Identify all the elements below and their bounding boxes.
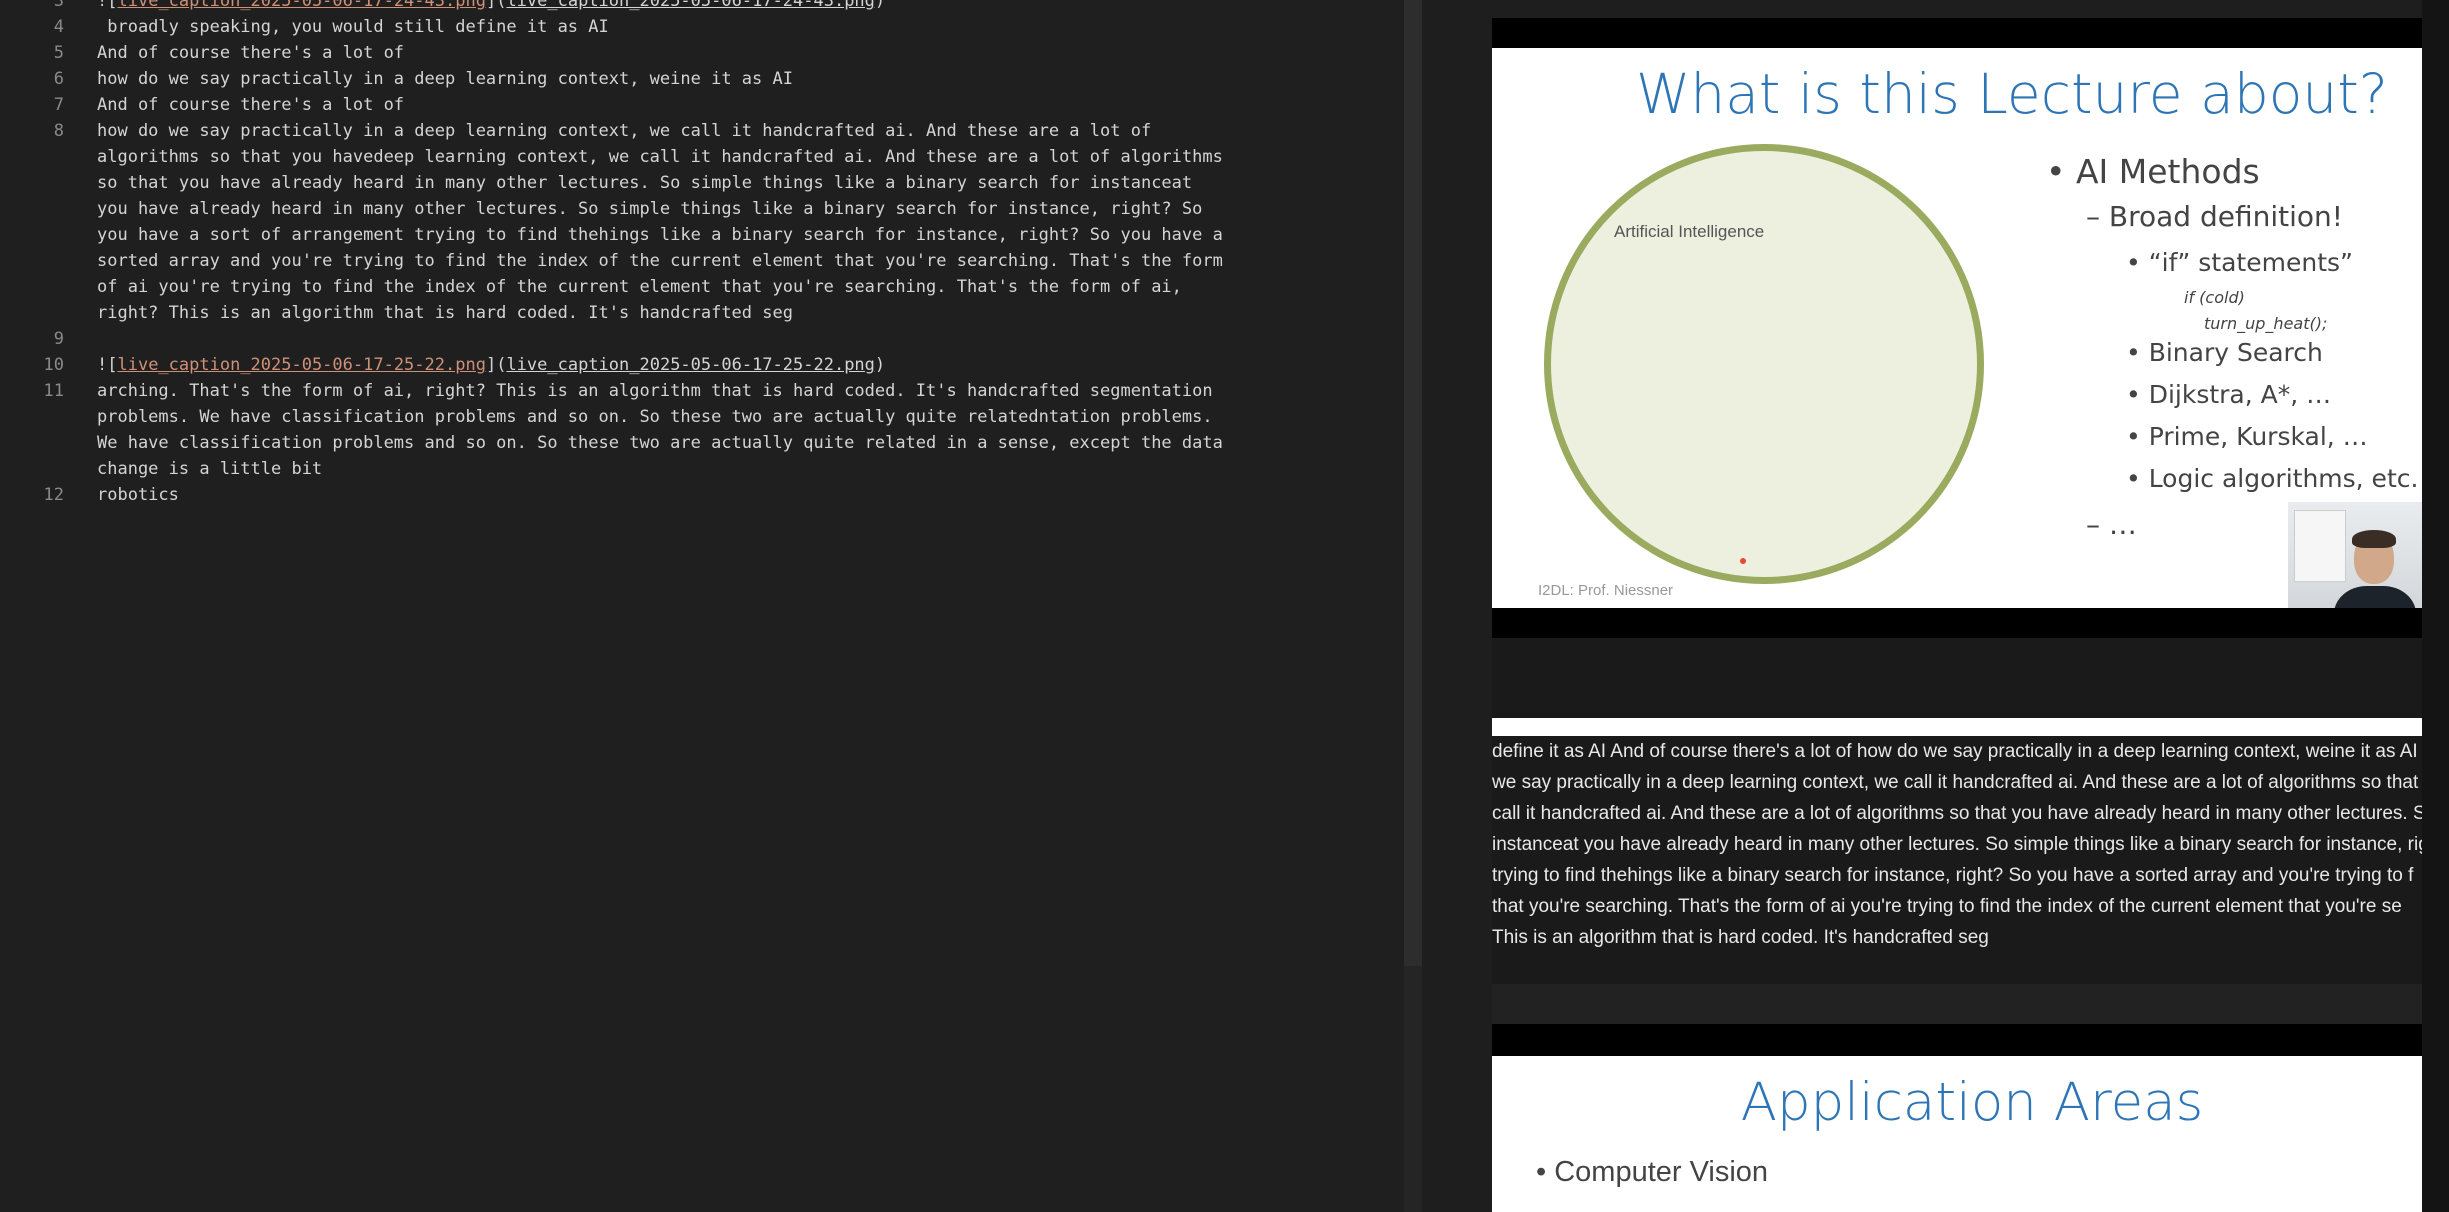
line-number: 11 [43,381,64,401]
markdown-punctuation: ) [874,355,886,375]
line-number: 6 [53,69,64,89]
slide-bullet-item: • “if” statements” [2126,248,2353,277]
slide-title: What is this Lecture about? [1635,62,2389,126]
line-number: 3 [53,0,64,11]
line-text: how do we say practically in a deep lear… [97,69,793,89]
slide-bullet-item: • Binary Search [2126,338,2323,367]
image-link-url[interactable]: live_caption_2025-05-06-17-25-22.png [506,355,874,375]
laser-pointer-dot [1740,558,1746,564]
line-number: 9 [53,329,64,349]
line-text: robotics [97,485,179,505]
slide-bullet-item: • AI Methods [2046,152,2260,191]
line-number: 8 [53,121,64,141]
slide-bullet-item: – Broad definition! [2086,200,2343,233]
line-text: so that you have already heard in many o… [97,173,1193,193]
markdown-punctuation: ]( [485,355,507,375]
image-preview-pane[interactable]: What is this Lecture about? Artificial I… [1422,0,2449,1212]
line-number: 4 [53,17,64,37]
slide-footer: I2DL: Prof. Niessner [1538,582,1674,599]
caption-line: we say practically in a deep learning co… [1492,772,2419,793]
markdown-punctuation: ) [874,0,886,11]
line-text: you have already heard in many other lec… [97,199,1203,219]
markdown-punctuation: ![ [97,0,118,11]
video-letterbox-top-2 [1492,1024,2422,1056]
caption-divider [1492,984,2422,1024]
line-text: ![live_caption_2025-05-06-17-25-22.png](… [97,352,885,378]
line-text: And of course there's a lot of [97,43,405,63]
image-link-url[interactable]: live_caption_2025-05-06-17-24-43.png [506,0,874,11]
line-text: algorithms so that you havedeep learning… [97,147,1223,167]
editor-scrollbar[interactable] [1404,0,1422,966]
slide-bullet: • Computer Vision [1536,1156,1769,1188]
line-number: 10 [43,355,64,375]
video-letterbox-top [1492,18,2422,48]
line-number: 5 [53,43,64,63]
caption-line: trying to find thehings like a binary se… [1492,865,2414,886]
line-text: sorted array and you're trying to find t… [97,251,1223,271]
slide-title: Application Areas [1740,1072,2204,1133]
caption-line: call it handcrafted ai. And these are a … [1492,803,2422,824]
caption-line: that you're searching. That's the form o… [1492,896,2402,917]
slide-bullet-item: if (cold) [2184,288,2245,307]
lecture-slide-2: Application Areas • Computer Vision [1492,1056,2422,1212]
markdown-editor[interactable]: 3 ![live_caption_2025-05-06-17-24-43.png]… [0,0,1404,1212]
caption-line: instanceat you have already heard in man… [1492,834,2422,855]
line-text: We have classification problems and so o… [97,433,1223,453]
caption-line: This is an algorithm that is hard coded.… [1492,927,1989,948]
line-text: you have a sort of arrangement trying to… [97,225,1223,245]
live-caption-box: define it as AI And of course there's a … [1492,736,2422,984]
presenter-hair [2352,530,2396,548]
line-text: And of course there's a lot of [97,95,405,115]
caption-line: define it as AI And of course there's a … [1492,741,2418,762]
markdown-punctuation: ]( [485,0,507,11]
line-text: ![live_caption_2025-05-06-17-24-43.png](… [97,0,885,14]
line-number: 12 [43,485,64,505]
line-text: broadly speaking, you would still define… [97,17,609,37]
editor-scrollbar-track [1404,966,1422,1212]
caption-top-band [1492,718,2422,736]
circle-label: Artificial Intelligence [1614,222,1765,241]
slide-bullet-item: • Prime, Kurskal, … [2126,422,2368,451]
whiteboard [2294,510,2346,582]
video-gap [1492,638,2422,718]
line-text: of ai you're trying to find the index of… [97,277,1182,297]
viewer-edge [2422,0,2449,1212]
slide-bullet-item: turn_up_heat(); [2204,314,2328,333]
slide-bullet-item: • Logic algorithms, etc. [2126,464,2419,493]
video-letterbox-bottom [1492,608,2422,638]
lecture-slide-1: What is this Lecture about? Artificial I… [1492,48,2422,608]
line-text: how do we say practically in a deep lear… [97,121,1152,141]
line-text: right? This is an algorithm that is hard… [97,303,793,323]
markdown-punctuation: ![ [97,355,118,375]
presenter-body [2334,586,2416,608]
image-link-text[interactable]: live_caption_2025-05-06-17-24-43.png [117,0,485,11]
image-link-text[interactable]: live_caption_2025-05-06-17-25-22.png [117,355,485,375]
ai-circle [1544,144,1984,584]
slide-bullet-item: • Dijkstra, A*, … [2126,380,2332,409]
line-text: arching. That's the form of ai, right? T… [97,381,1213,401]
line-number: 7 [53,95,64,115]
line-text: change is a little bit [97,459,323,479]
slide-bullet-item: – … [2086,508,2137,541]
webcam-overlay [2288,502,2422,608]
line-text: problems. We have classification problem… [97,407,1213,427]
